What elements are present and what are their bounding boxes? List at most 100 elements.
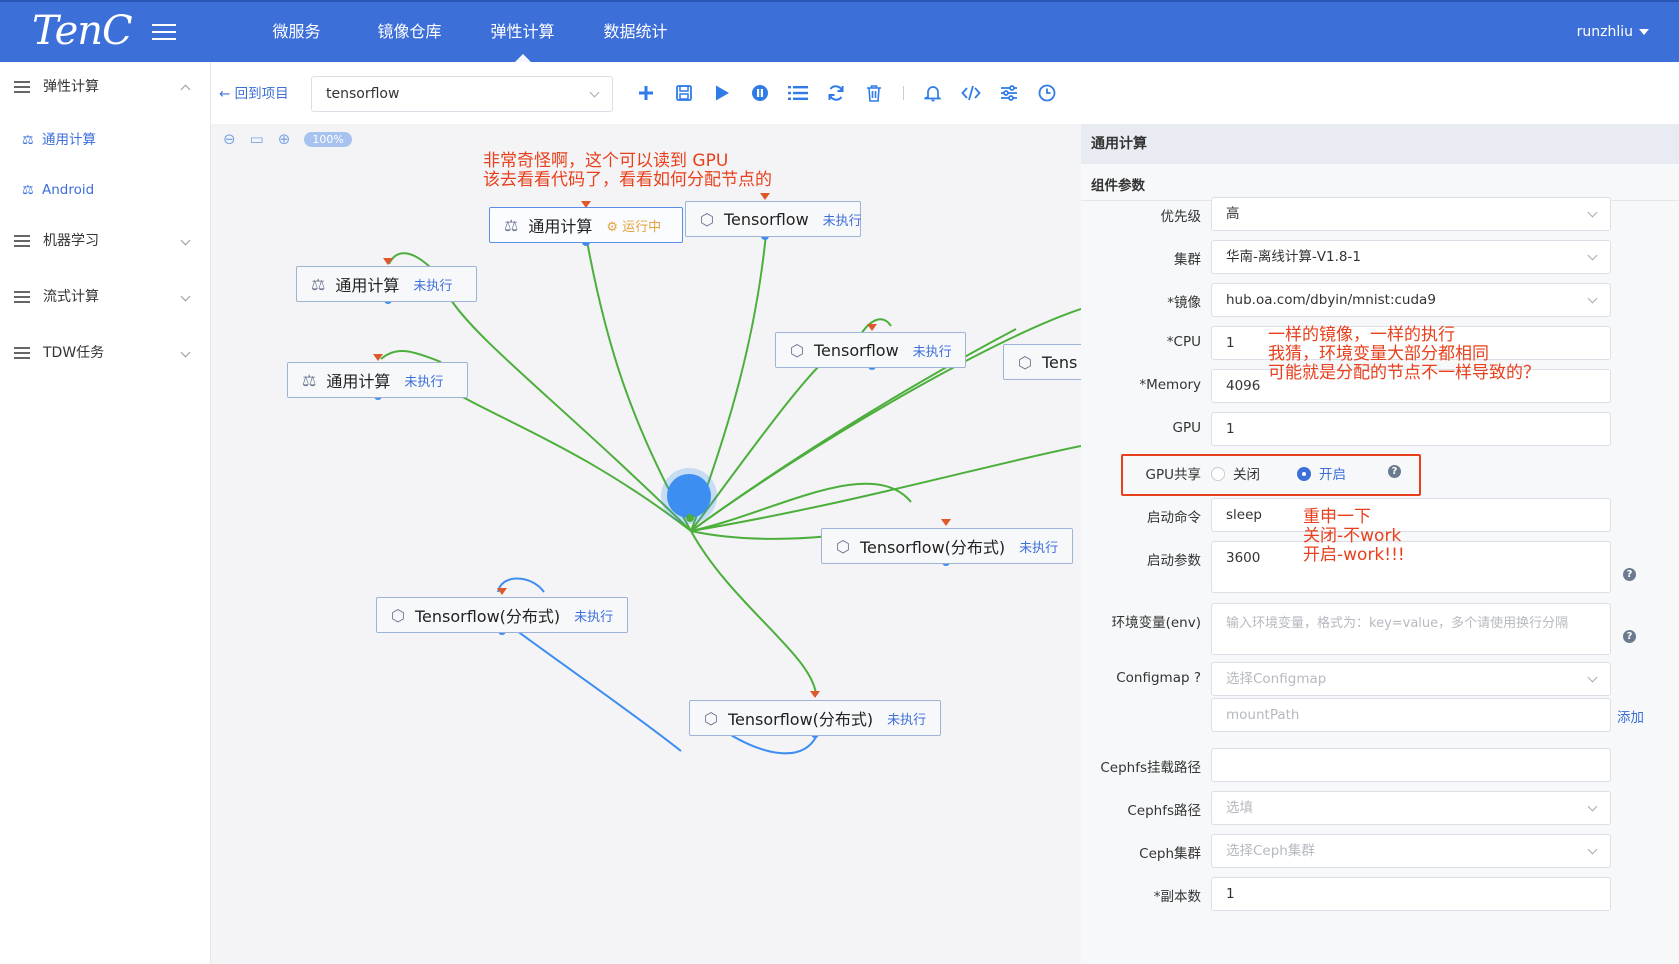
project-select[interactable]: tensorflow [311, 76, 613, 112]
chevron-down-icon [180, 347, 191, 358]
command-input[interactable]: sleep [1211, 498, 1611, 532]
chevron-down-icon [1587, 801, 1598, 812]
zoom-out-icon[interactable]: ⊖ [223, 130, 236, 148]
scale-icon: ⚖ [504, 215, 519, 235]
sidebar-group-elastic-compute[interactable]: 弹性计算 [0, 62, 211, 112]
image-annotation: 一样的镜像，一样的执行 我猜，环境变量大部分都相同 可能就是分配的节点不一样导致… [1268, 326, 1540, 383]
nav-data-statistics[interactable]: 数据统计 [579, 2, 692, 62]
menu-lines-icon [14, 235, 30, 247]
pause-icon[interactable] [741, 78, 779, 108]
gpu-share-annotation: 重申一下 关闭-不work 开启-work!!! [1303, 508, 1405, 565]
node-tensorflow-distributed-3[interactable]: ⬡ Tensorflow(分布式) 未执行 [689, 700, 941, 736]
args-textarea[interactable]: 3600 [1211, 541, 1611, 593]
gpu-share-label: GPU共享 [1145, 467, 1201, 483]
save-icon[interactable] [665, 78, 703, 108]
loop-n4 [380, 349, 442, 363]
play-icon[interactable] [703, 78, 741, 108]
edge-n9 [690, 530, 817, 695]
gpu-share-on-radio[interactable]: 开启 [1297, 463, 1346, 483]
node-tensorflow-mid[interactable]: ⬡ Tensorflow 未执行 [775, 332, 966, 368]
canvas-annotation: 非常奇怪啊，这个可以读到 GPU 该去看看代码了，看看如何分配节点的 [483, 152, 772, 190]
replicas-label: *副本数 [1153, 889, 1201, 905]
chevron-down-icon [1587, 672, 1598, 683]
add-icon[interactable] [627, 78, 665, 108]
add-configmap-link[interactable]: 添加 [1617, 706, 1644, 726]
scale-icon: ⚖ [22, 183, 34, 198]
ceph-cluster-label: Ceph集群 [1139, 846, 1201, 862]
caret-down-icon [1639, 29, 1649, 35]
user-menu[interactable]: runzhliu [1577, 2, 1649, 62]
radio-label: 关闭 [1233, 467, 1260, 483]
replicas-input[interactable]: 1 [1211, 877, 1611, 911]
trash-icon[interactable] [855, 78, 893, 108]
output-ports [374, 232, 950, 738]
image-select[interactable]: hub.oa.com/dbyin/mnist:cuda9 [1211, 283, 1611, 317]
radio-on-icon [1297, 467, 1311, 481]
clock-icon[interactable] [1028, 78, 1066, 108]
chevron-down-icon [1587, 250, 1598, 261]
tenc-logo[interactable]: TenC [32, 8, 133, 54]
menu-lines-icon [14, 81, 30, 93]
menu-toggle-icon[interactable] [152, 24, 176, 40]
node-tensorflow-top[interactable]: ⬡ Tensorflow 未执行 [685, 201, 862, 237]
help-icon[interactable]: ? [1623, 630, 1636, 643]
configmap-select[interactable]: 选择Configmap [1211, 662, 1611, 696]
configmap-label: Configmap ? [1116, 670, 1201, 686]
node-tensorflow-clipped[interactable]: ⬡ Tens [1003, 344, 1081, 380]
sidebar-group-label: TDW任务 [43, 345, 105, 361]
annotation-line: 该去看看代码了，看看如何分配节点的 [483, 170, 772, 190]
nav-elastic-compute[interactable]: 弹性计算 [466, 2, 579, 62]
fit-screen-icon[interactable]: ▭ [250, 130, 264, 148]
cluster-select[interactable]: 华南-离线计算-V1.8-1 [1211, 240, 1611, 274]
annotation-line: 一样的镜像，一样的执行 [1268, 325, 1455, 345]
mountpath-input[interactable]: mountPath [1211, 698, 1611, 732]
node-general-compute-2[interactable]: ⚖ 通用计算 未执行 [296, 266, 477, 302]
env-textarea[interactable]: 输入环境变量，格式为：key=value，多个请使用换行分隔 [1211, 603, 1611, 655]
sidebar-group-stream-compute[interactable]: 流式计算 [0, 272, 211, 322]
hexagon-icon: ⬡ [1018, 352, 1032, 372]
priority-select[interactable]: 高 [1211, 197, 1611, 231]
ceph-cluster-select[interactable]: 选择Ceph集群 [1211, 834, 1611, 868]
node-status: 未执行 [822, 213, 862, 229]
node-status: ⚙ 运行中 [606, 219, 662, 235]
refresh-icon[interactable] [817, 78, 855, 108]
settings-icon[interactable] [990, 78, 1028, 108]
annotation-line: 关闭-不work [1303, 526, 1402, 546]
annotation-line: 非常奇怪啊，这个可以读到 GPU [483, 151, 729, 171]
code-icon[interactable] [952, 78, 990, 108]
back-to-project-link[interactable]: ← 回到项目 [219, 82, 289, 102]
zoom-in-icon[interactable]: ⊕ [278, 130, 291, 148]
username: runzhliu [1576, 24, 1633, 40]
cephfs-path-select[interactable]: 选填 [1211, 791, 1611, 825]
nav-microservice[interactable]: 微服务 [240, 2, 353, 62]
bell-icon[interactable] [914, 78, 952, 108]
sidebar-group-label: 弹性计算 [43, 79, 99, 95]
sidebar-item-android[interactable]: ⚖ Android [22, 170, 94, 210]
node-general-compute-running[interactable]: ⚖ 通用计算 ⚙ 运行中 [489, 207, 683, 243]
node-general-compute-3[interactable]: ⚖ 通用计算 未执行 [287, 362, 468, 398]
sidebar-group-tdw-tasks[interactable]: TDW任务 [0, 328, 211, 378]
panel-title: 通用计算 [1081, 124, 1679, 164]
help-icon[interactable]: ? [1388, 465, 1401, 478]
gpu-input[interactable]: 1 [1211, 412, 1611, 446]
help-icon[interactable]: ? [1623, 568, 1636, 581]
list-icon[interactable] [779, 78, 817, 108]
workflow-canvas[interactable]: ⊖ ▭ ⊕ 100% 非常奇怪啊，这个可以读到 GPU 该去看看代码了，看看如何… [211, 124, 1081, 964]
gpu-label: GPU [1172, 420, 1201, 436]
scale-icon: ⚖ [22, 133, 34, 148]
cephfs-path-placeholder: 选填 [1226, 800, 1253, 816]
cephfs-mount-input[interactable] [1211, 748, 1611, 782]
node-name: Tensorflow [723, 209, 809, 229]
chevron-down-icon [1587, 844, 1598, 855]
arrow-left-icon: ← [219, 86, 231, 102]
nav-image-registry[interactable]: 镜像仓库 [353, 2, 466, 62]
node-name: Tensorflow(分布式) [859, 538, 1006, 557]
node-tensorflow-distributed-2[interactable]: ⬡ Tensorflow(分布式) 未执行 [376, 597, 628, 633]
gpu-share-off-radio[interactable]: 关闭 [1211, 463, 1260, 483]
node-status: 未执行 [887, 712, 927, 728]
sidebar-item-general-compute[interactable]: ⚖ 通用计算 [22, 120, 96, 160]
cpu-label: *CPU [1166, 334, 1201, 350]
node-tensorflow-distributed-1[interactable]: ⬡ Tensorflow(分布式) 未执行 [821, 528, 1073, 564]
node-status: 未执行 [413, 278, 453, 294]
sidebar-group-machine-learning[interactable]: 机器学习 [0, 216, 211, 266]
